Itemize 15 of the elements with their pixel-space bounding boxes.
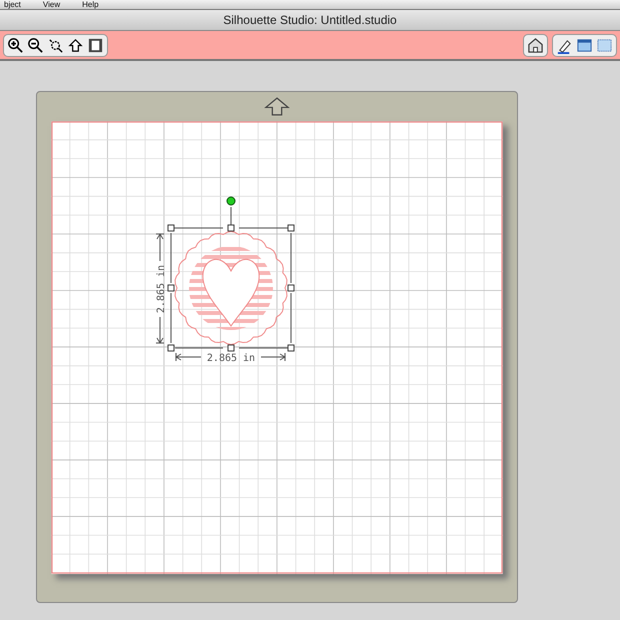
house-icon[interactable] xyxy=(527,36,544,54)
zoom-selection-icon[interactable] xyxy=(47,36,64,54)
width-label: 2.865 in xyxy=(206,353,256,364)
zoom-in-icon[interactable] xyxy=(7,36,24,54)
rotate-handle[interactable] xyxy=(226,196,236,206)
menu-item[interactable]: View xyxy=(42,0,60,9)
window-title: Silhouette Studio: Untitled.studio xyxy=(223,13,397,27)
zoom-out-icon[interactable] xyxy=(27,36,44,54)
menu-item[interactable]: Help xyxy=(82,0,99,9)
selection-box[interactable] xyxy=(168,206,294,352)
panel-icon[interactable] xyxy=(576,36,593,54)
height-label: 2.865 in xyxy=(156,264,167,314)
fit-page-icon[interactable] xyxy=(87,36,104,54)
menu-item[interactable]: bject xyxy=(4,0,21,9)
up-arrow-icon[interactable] xyxy=(264,96,290,117)
